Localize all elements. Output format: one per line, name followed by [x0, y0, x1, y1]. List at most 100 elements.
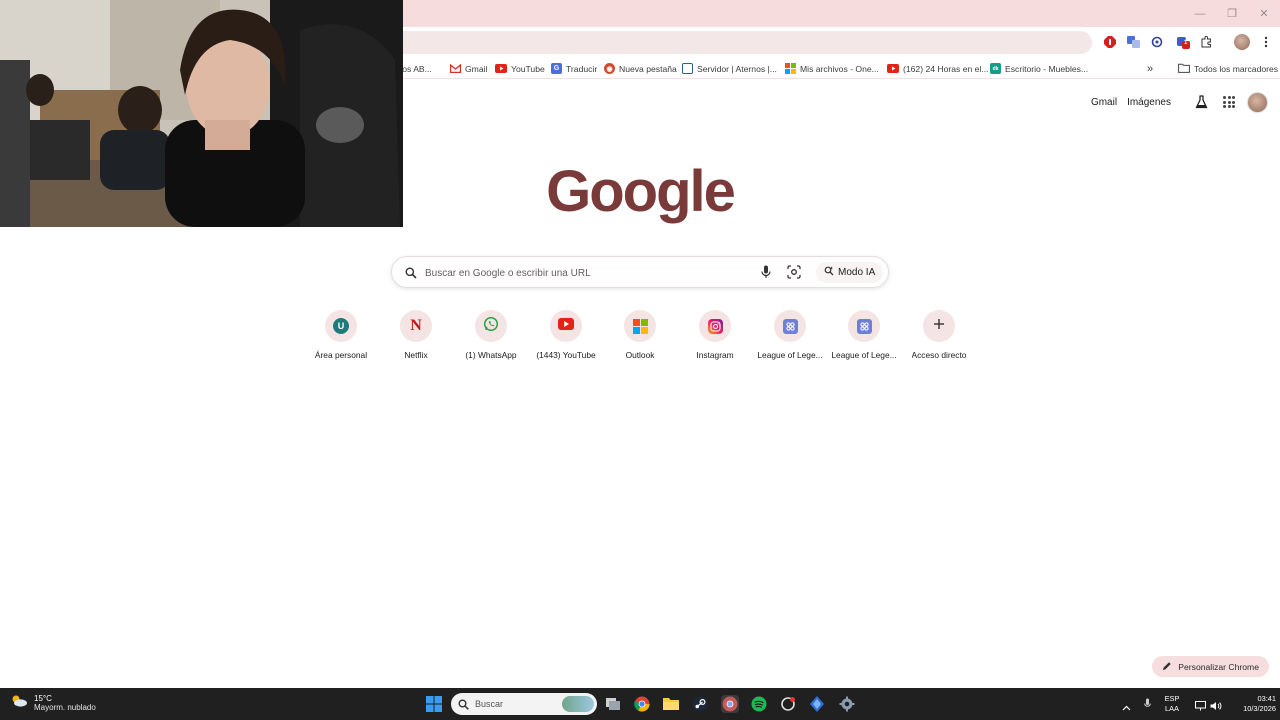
plus-icon	[933, 317, 945, 335]
steam-icon[interactable]	[691, 695, 709, 713]
chrome-taskbar-icon[interactable]	[633, 695, 651, 713]
bookmark-youtube[interactable]: YouTube	[495, 61, 545, 76]
bookmark-label: Traducir	[566, 63, 598, 74]
netflix-icon: N	[410, 317, 422, 334]
gmail-icon	[450, 63, 461, 74]
app-diamond-icon[interactable]	[808, 695, 826, 713]
profile-avatar-icon[interactable]	[1234, 34, 1250, 50]
youtube-icon	[558, 317, 574, 335]
shortcut-label: (1) WhatsApp	[465, 350, 517, 360]
shortcut-tile[interactable]: Instagram	[677, 310, 753, 360]
microphone-icon[interactable]	[761, 265, 771, 284]
bookmark-label: (162) 24 Horas en el...	[903, 63, 989, 74]
site-icon: dk	[990, 63, 1001, 74]
shortcut-tile[interactable]: (1443) YouTube	[528, 310, 604, 360]
translate-extension-icon[interactable]	[1126, 35, 1140, 49]
bookmarks-overflow-button[interactable]: »	[1147, 61, 1153, 76]
shortcut-tile[interactable]: Outlook	[602, 310, 678, 360]
shortcut-tile[interactable]: (1) WhatsApp	[453, 310, 529, 360]
restore-icon[interactable]: ❐	[1216, 0, 1248, 27]
file-explorer-icon[interactable]	[662, 695, 680, 713]
shortcut-tile[interactable]: League of Lege...	[752, 310, 828, 360]
shortcut-icon-circle	[550, 310, 582, 342]
youtube-icon	[495, 64, 507, 73]
network-icon[interactable]	[1195, 698, 1206, 716]
screen: — ❐ ✕ 1 cios AB... Gmail YouTube G Tradu…	[0, 0, 1280, 720]
app-ring-icon[interactable]	[779, 695, 797, 713]
league-icon	[856, 318, 872, 334]
search-box[interactable]: Modo IA	[391, 256, 889, 288]
close-icon[interactable]: ✕	[1248, 0, 1280, 27]
shortcut-label: Área personal	[314, 350, 368, 360]
google-lens-icon[interactable]	[787, 265, 801, 284]
microsoft-icon	[632, 318, 648, 334]
windows-start-icon[interactable]	[425, 695, 443, 713]
address-bar[interactable]	[380, 31, 1092, 54]
google-account-avatar[interactable]	[1247, 91, 1268, 113]
bookmark-onedrive[interactable]: Mis archivos - One...	[785, 61, 879, 76]
bookmark-label: Mis archivos - One...	[800, 63, 879, 74]
taskbar-search-box[interactable]: Buscar	[451, 693, 597, 715]
google-header-links: Gmail Imágenes	[1091, 91, 1268, 113]
extensions-puzzle-icon[interactable]	[1199, 35, 1213, 49]
bookmark-label: Servidor | Aternos |...	[697, 63, 777, 74]
customize-chrome-button[interactable]: Personalizar Chrome	[1152, 656, 1269, 677]
bookmark-label: Gmail	[465, 63, 488, 74]
windows-taskbar: 15°C Mayorm. nublado Buscar ESP LAA 03:4…	[0, 688, 1280, 720]
customize-label: Personalizar Chrome	[1178, 661, 1259, 672]
ai-mode-button[interactable]: Modo IA	[816, 262, 884, 283]
keyboard-layout: LAA	[1165, 704, 1179, 713]
gmail-link[interactable]: Gmail	[1091, 97, 1117, 108]
weather-widget[interactable]: 15°C Mayorm. nublado	[10, 693, 96, 712]
minimize-icon[interactable]: —	[1184, 0, 1216, 27]
google-apps-icon[interactable]	[1223, 96, 1235, 108]
volume-icon[interactable]	[1210, 698, 1222, 716]
chrome-menu-icon[interactable]	[1259, 35, 1273, 49]
tray-overflow-icon[interactable]	[1122, 698, 1131, 716]
add-shortcut-tile[interactable]: Acceso directo	[901, 310, 977, 360]
shortcut-label: Outlook	[625, 350, 655, 360]
shortcut-label: League of Lege...	[757, 350, 823, 360]
task-view-icon[interactable]	[604, 695, 622, 713]
spotify-icon[interactable]	[750, 695, 768, 713]
extension-ring-icon[interactable]	[1150, 35, 1164, 49]
extension-badge-count: 1	[1184, 40, 1188, 46]
ai-search-icon	[824, 266, 834, 279]
shortcut-icon-circle: U	[325, 310, 357, 342]
extension-badge-icon[interactable]: 1	[1176, 35, 1190, 49]
shortcut-tile[interactable]: League of Lege...	[826, 310, 902, 360]
shortcut-tile[interactable]: U Área personal	[303, 310, 379, 360]
shortcut-icon-circle	[774, 310, 806, 342]
images-link[interactable]: Imágenes	[1127, 97, 1171, 108]
bookmark-new-tab[interactable]: ◉ Nueva pestaña	[604, 61, 677, 76]
input-language-indicator[interactable]: ESP LAA	[1160, 694, 1184, 714]
chrome-active-taskbar-icon[interactable]	[721, 695, 739, 713]
pencil-icon	[1162, 661, 1172, 673]
shortcut-tile[interactable]: N Netflix	[378, 310, 454, 360]
adblock-extension-icon[interactable]	[1103, 35, 1117, 49]
taskbar-search-label: Buscar	[475, 699, 504, 709]
bookmark-gmail[interactable]: Gmail	[450, 61, 487, 76]
clock[interactable]: 03:41 10/3/2026	[1228, 694, 1276, 714]
bookmark-youtube-video[interactable]: (162) 24 Horas en el...	[887, 61, 989, 76]
youtube-icon	[887, 64, 899, 73]
shortcut-icon-circle	[475, 310, 507, 342]
clock-time: 03:41	[1257, 694, 1277, 703]
bookmark-translate[interactable]: G Traducir	[551, 61, 597, 76]
settings-gear-icon[interactable]	[838, 695, 856, 713]
instagram-icon	[707, 318, 723, 334]
whatsapp-icon	[483, 316, 499, 337]
search-input[interactable]	[425, 264, 745, 282]
u-icon: U	[333, 318, 349, 334]
labs-flask-icon[interactable]	[1191, 95, 1211, 109]
shortcut-label: Acceso directo	[911, 350, 967, 360]
search-icon	[405, 266, 417, 284]
bookmark-escritorio[interactable]: dk Escritorio - Muebles...	[990, 61, 1088, 76]
weather-description: Mayorm. nublado	[34, 702, 96, 712]
all-bookmarks-button[interactable]: Todos los marcadores	[1178, 61, 1278, 76]
bookmark-label: YouTube	[511, 63, 545, 74]
shortcut-icon-circle	[624, 310, 656, 342]
bookmark-aternos[interactable]: Servidor | Aternos |...	[682, 61, 777, 76]
shortcut-label: League of Lege...	[831, 350, 897, 360]
microphone-tray-icon[interactable]	[1144, 697, 1151, 715]
